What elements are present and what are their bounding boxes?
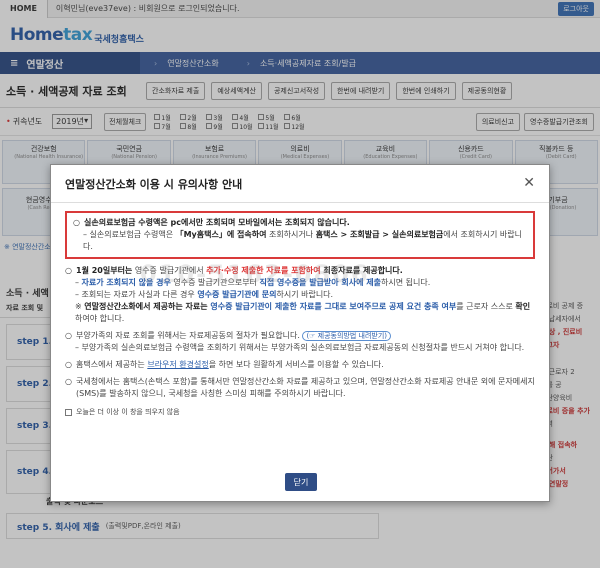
close-button[interactable]: 닫기 (285, 473, 317, 491)
consent-download-link[interactable]: (☞ 제공동의방법 내려받기) (302, 331, 392, 341)
close-icon[interactable]: ✕ (523, 175, 535, 191)
notice-3: ○ 부양가족의 자료 조회를 위해서는 자료제공동의 절차가 필요합니다. (☞ … (65, 331, 525, 352)
checkbox-icon[interactable] (65, 408, 72, 416)
notice-modal: 연말정산간소화 이용 시 유의사항 안내 ✕ ○ 실손의료보험금 수령액은 pc에… (50, 164, 550, 502)
notice-4: ○ 홈택스에서 제공하는 브라우저 환경설정을 하면 보다 원활하게 서비스를 이… (65, 360, 384, 369)
modal-title: 연말정산간소화 이용 시 유의사항 안내 (65, 177, 243, 191)
browser-settings-link[interactable]: 브라우저 환경설정 (147, 360, 208, 369)
notice-5: ○ 국세청에서는 홈택스(손택스 포함)를 통해서만 연말정산간소화 자료를 제공… (65, 377, 535, 398)
notice-2: ○ 1월 20일부터는 영수증 발급기관에서 추가·수정 제출한 자료를 포함하여… (65, 266, 531, 323)
notice-1-main: 실손의료보험금 수령액은 pc에서만 조회되며 모바일에서는 조회되지 않습니다… (84, 218, 350, 227)
notice-1-sub: – 실손의료보험금 수령액은 「My홈택스」에 접속하여 조회하시거나 홈택스 … (83, 230, 522, 251)
modal-header: 연말정산간소화 이용 시 유의사항 안내 ✕ (51, 165, 549, 203)
highlight-box: ○ 실손의료보험금 수령액은 pc에서만 조회되며 모바일에서는 조회되지 않습니… (65, 211, 535, 259)
dont-show-checkbox[interactable]: 오늘은 더 이상 이 창을 띄우지 않음 (65, 406, 535, 418)
modal-body: ○ 실손의료보험금 수령액은 pc에서만 조회되며 모바일에서는 조회되지 않습니… (51, 203, 549, 418)
